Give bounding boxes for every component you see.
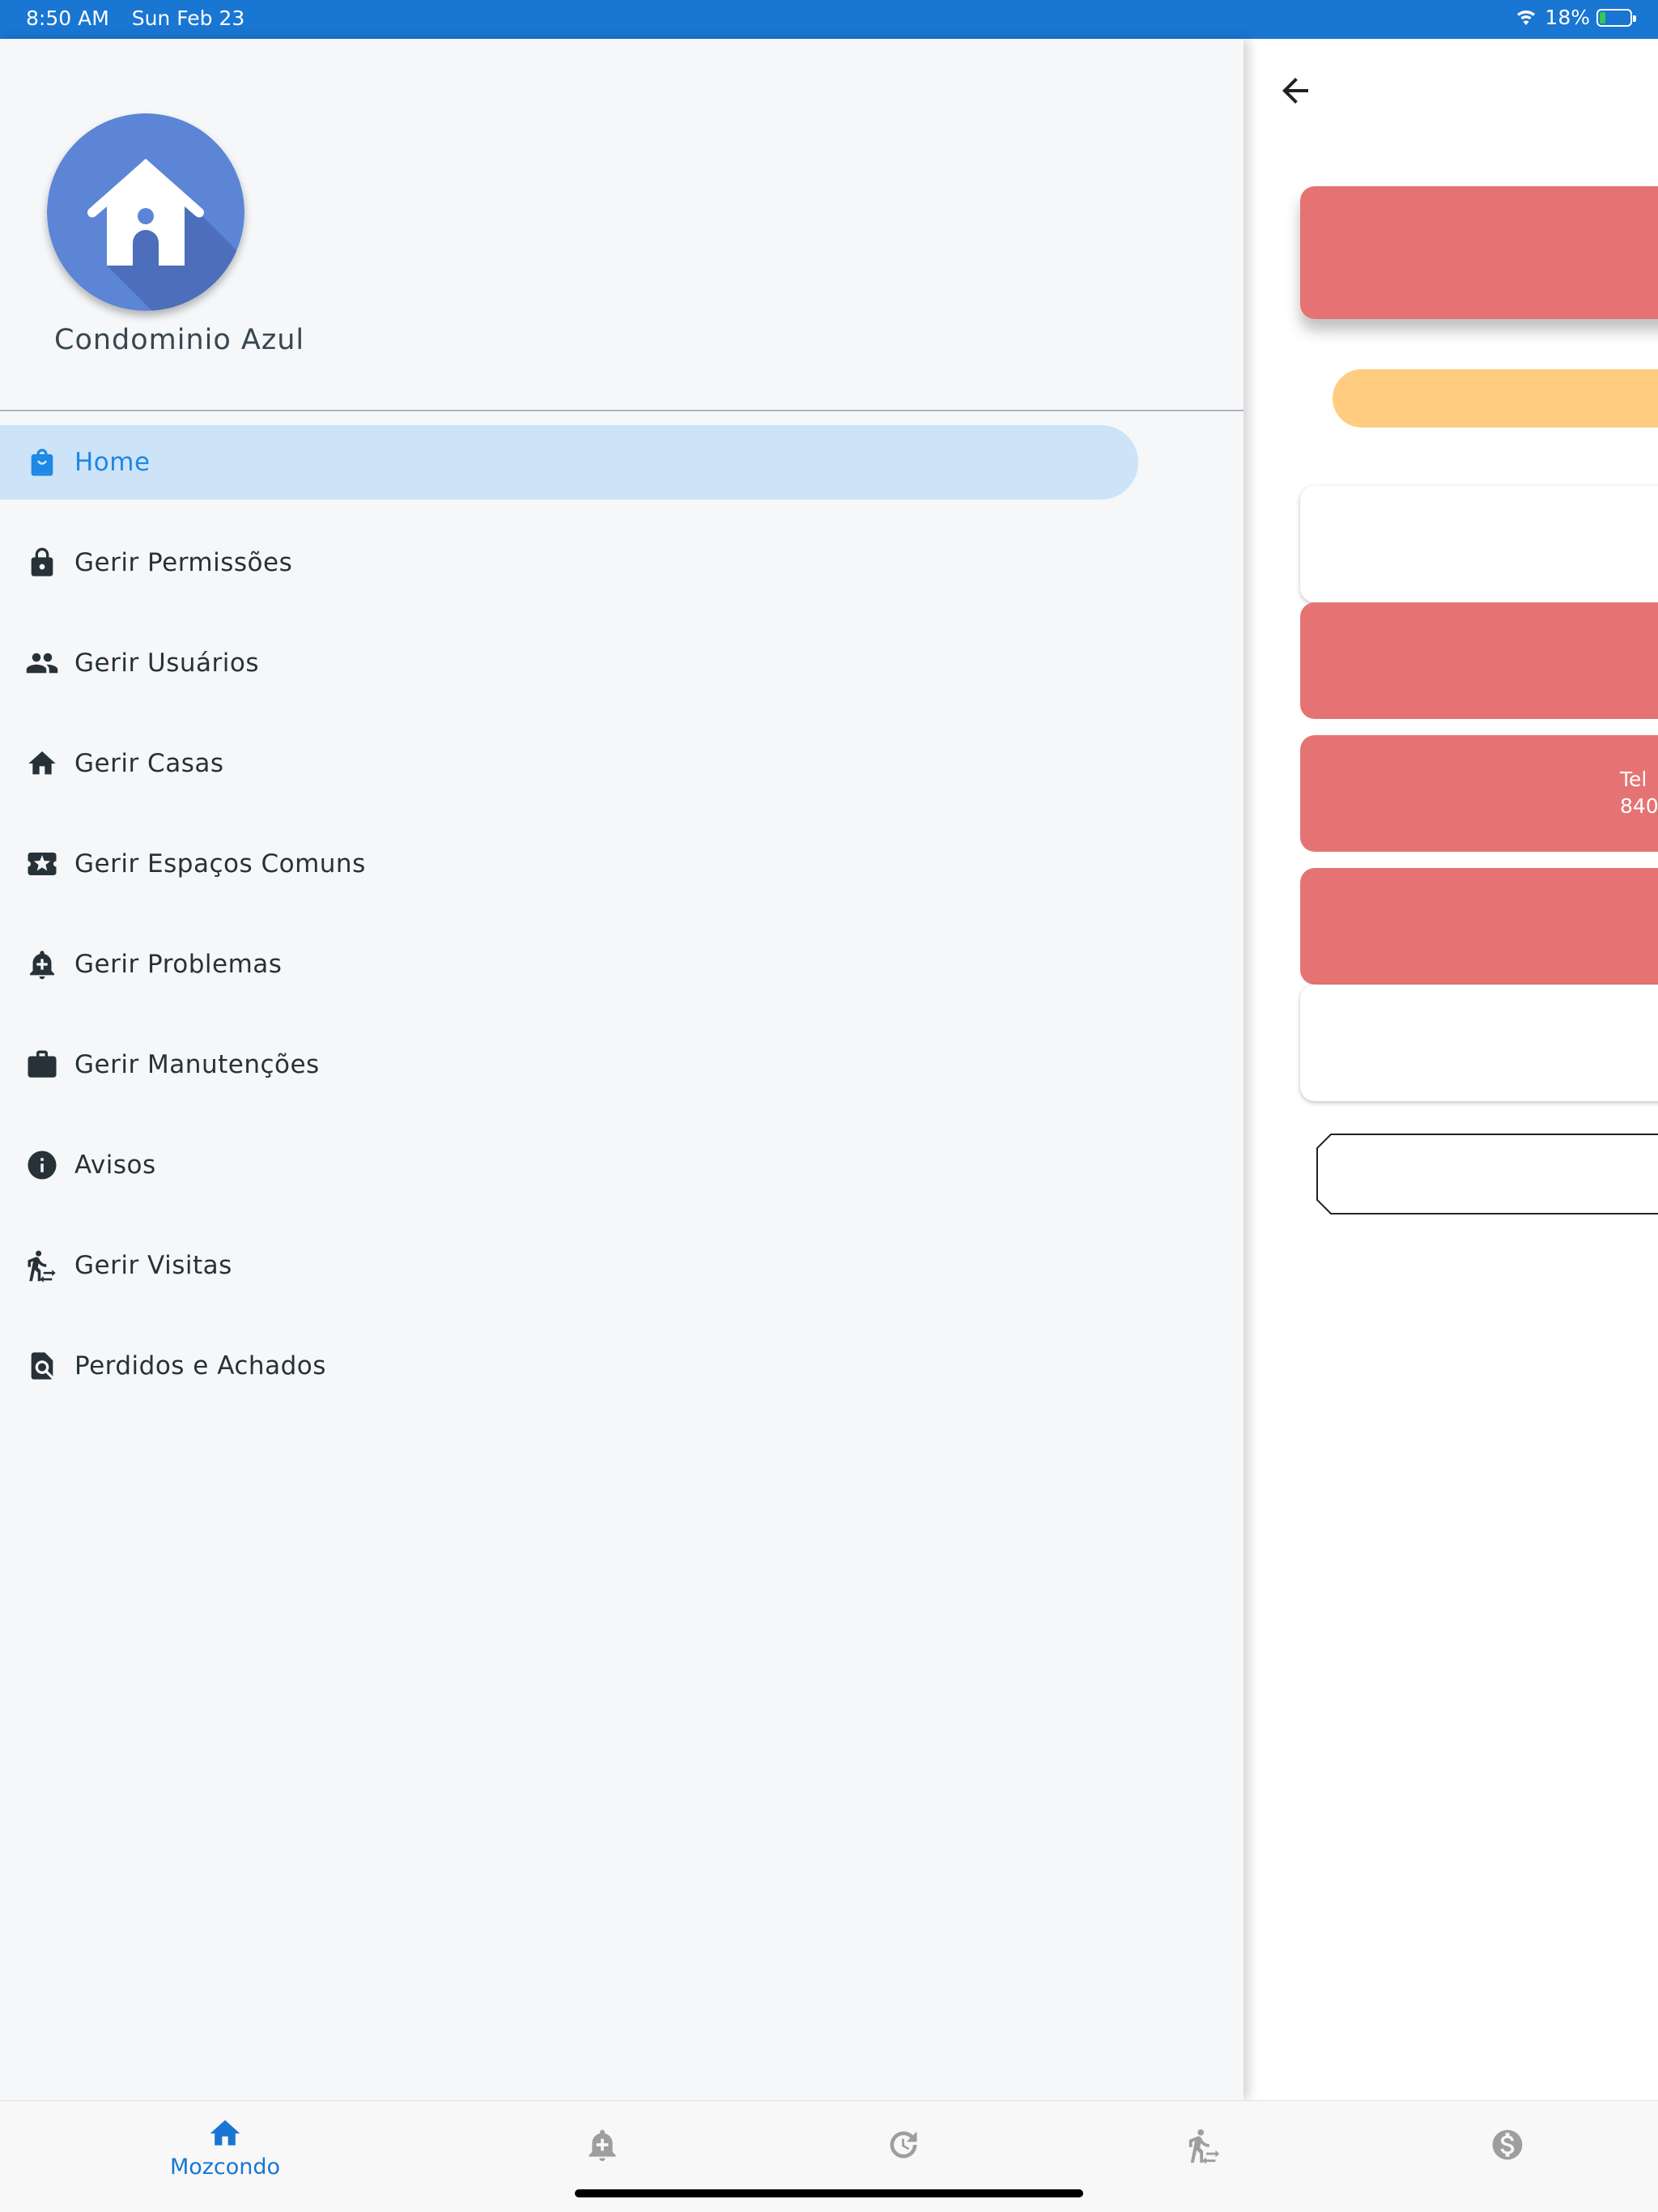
house-icon — [24, 746, 60, 781]
info-icon — [24, 1147, 60, 1183]
drawer-item-label: Gerir Espaços Comuns — [74, 849, 366, 878]
arrow-back-icon[interactable] — [1276, 71, 1315, 110]
drawer-item-permissions[interactable]: Gerir Permissões — [0, 525, 1138, 600]
info-card[interactable] — [1300, 985, 1658, 1101]
star-ticket-icon — [24, 846, 60, 882]
battery-percent: 18% — [1545, 6, 1590, 29]
info-card[interactable] — [1300, 868, 1658, 985]
status-bar: 8:50 AM Sun Feb 23 18% — [0, 0, 1658, 39]
info-card[interactable] — [1300, 602, 1658, 719]
drawer-item-label: Gerir Casas — [74, 749, 224, 778]
drawer-item-problems[interactable]: Gerir Problemas — [0, 927, 1138, 1002]
drawer-item-home[interactable]: Home — [0, 425, 1138, 500]
info-card[interactable] — [1300, 486, 1658, 602]
nav-item-payments[interactable] — [1426, 2127, 1588, 2163]
drawer-item-visits[interactable]: Gerir Visitas — [0, 1228, 1138, 1303]
main-content: Tel 840 — [1244, 39, 1658, 2100]
bell-plus-icon — [589, 2129, 616, 2162]
history-icon — [890, 2131, 917, 2159]
bell-plus-icon — [24, 946, 60, 982]
document-search-icon — [24, 1348, 60, 1384]
wifi-icon — [1517, 10, 1536, 25]
status-time: 8:50 AM — [26, 6, 109, 30]
home-indicator — [575, 2189, 1083, 2197]
dollar-icon — [1492, 2129, 1523, 2160]
nav-item-problems[interactable] — [521, 2127, 683, 2163]
drawer-item-maintenance[interactable]: Gerir Manutenções — [0, 1027, 1138, 1102]
lock-icon — [24, 545, 60, 581]
home-icon — [210, 2120, 240, 2146]
nav-item-history[interactable] — [823, 2127, 984, 2163]
status-date: Sun Feb 23 — [131, 6, 245, 30]
drawer-item-label: Gerir Usuários — [74, 649, 260, 678]
contact-card[interactable]: Tel 840 — [1300, 735, 1658, 852]
contact-line-2: 840 — [1620, 794, 1658, 818]
nav-item-label: Mozcondo — [169, 2155, 281, 2180]
navigation-drawer: Condominio Azul Home Gerir Permissões Ge… — [0, 39, 1244, 2100]
status-pill — [1333, 369, 1658, 428]
drawer-item-label: Gerir Problemas — [74, 950, 283, 979]
drawer-item-label: Gerir Permissões — [74, 548, 293, 577]
contact-line-1: Tel — [1620, 768, 1647, 791]
drawer-item-common-spaces[interactable]: Gerir Espaços Comuns — [0, 827, 1138, 901]
nav-item-visits[interactable] — [1124, 2127, 1286, 2164]
drawer-item-label: Home — [74, 448, 151, 477]
visitor-icon — [1188, 2129, 1220, 2164]
summary-card[interactable] — [1300, 186, 1658, 319]
drawer-item-label: Gerir Visitas — [74, 1251, 232, 1280]
drawer-item-users[interactable]: Gerir Usuários — [0, 626, 1138, 700]
briefcase-icon — [24, 1047, 60, 1083]
drawer-item-label: Perdidos e Achados — [74, 1351, 326, 1380]
drawer-item-label: Avisos — [74, 1151, 156, 1180]
drawer-item-notices[interactable]: Avisos — [0, 1128, 1138, 1202]
brand-name: Condominio Azul — [54, 324, 305, 356]
divider — [0, 410, 1244, 411]
battery-icon — [1596, 8, 1636, 27]
app-logo — [47, 113, 244, 311]
visitor-icon — [24, 1248, 60, 1283]
outlined-button[interactable] — [1316, 1134, 1658, 1214]
drawer-item-label: Gerir Manutenções — [74, 1050, 320, 1079]
nav-item-home[interactable]: Mozcondo — [144, 2116, 306, 2180]
drawer-item-lost-found[interactable]: Perdidos e Achados — [0, 1329, 1138, 1403]
shopping-bag-icon — [24, 445, 60, 480]
drawer-item-houses[interactable]: Gerir Casas — [0, 726, 1138, 801]
people-icon — [24, 645, 60, 681]
